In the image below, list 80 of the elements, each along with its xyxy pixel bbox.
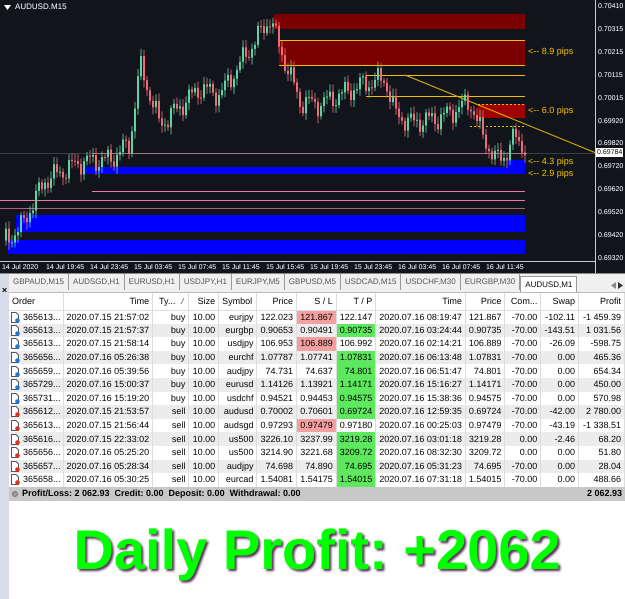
chart-tab[interactable]: USDCHF,M30 [401,274,461,290]
profit-summary: Profit/Loss: 2 062.93 Credit: 0.00 Deposit: 0.00 Withdrawal: 0.00 [22,486,301,500]
table-cell: 1.07831 [336,350,376,364]
chart-tab[interactable]: GBPUSD,M5 [284,274,341,290]
table-cell: 365658... [23,475,61,484]
column-header[interactable]: Price [256,293,296,310]
column-header[interactable]: Size [188,293,219,310]
column-header[interactable]: Profit [578,293,624,310]
document-icon [11,392,20,404]
document-icon [11,338,20,350]
trade-row[interactable]: 365729... 2020.07.16 15:00:37 buy 10.00 eurusd 1.14126 1.13921 1.14171 2020.07.16 15:16:27 1.14171 -70.00 0.00 450.00 [9,378,624,392]
pip-label: <-- 8.9 pips [528,46,574,56]
column-header[interactable]: Ty... [152,293,189,310]
document-icon [11,366,20,377]
trade-row[interactable]: 365656... 2020.07.16 05:26:38 buy 10.00 eurchf 1.07787 1.07741 1.07831 2020.07.16 06:13:48 1.07831 -70.00 0.00 465.36 [9,350,624,364]
table-cell: 106.889 [296,337,336,351]
profit-total: 2 062.93 [586,486,622,500]
trade-row[interactable]: 365657... 2020.07.16 05:28:34 sell 10.00 audjpy 74.698 74.890 74.695 2020.07.16 05:31:23 74.695 -70.00 0.00 28.04 [9,460,624,474]
column-header[interactable]: Swap [540,293,579,310]
table-cell: 0.90735 [336,324,376,338]
document-icon [11,312,20,323]
table-cell: 365657... [23,462,61,471]
table-cell: 365729... [23,380,61,390]
sort-icon [180,298,186,304]
document-icon [11,324,20,336]
table-cell: 0.69724 [336,405,376,419]
table-cell: 365731... [23,394,61,403]
chart-tab[interactable]: GBPAUD,M15 [9,274,69,290]
column-header[interactable]: T / P [336,293,376,310]
pip-label: <-- 2.9 pips [528,168,574,178]
table-cell: 3219.28 [336,432,376,446]
table-cell: 365613... [23,421,61,430]
table-cell: 74.695 [336,460,376,474]
scroll-right-icon[interactable] [618,282,623,289]
close-button[interactable]: × [2,286,8,295]
chart-tab[interactable]: AUDUSD,M1 [520,276,578,292]
table-cell: 365613... [23,339,61,348]
chart-tab[interactable]: AUDSGD,H1 [68,274,125,290]
chart-tab[interactable]: USDJPY,H1 [180,274,232,290]
column-header[interactable]: Price [465,293,505,310]
table-cell: 1.14171 [336,378,376,392]
document-icon [11,474,20,486]
pip-label: <-- 6.0 pips [528,105,574,115]
table-cell: 365659... [23,366,61,376]
table-cell: 74.801 [336,364,376,378]
table-cell: 3209.72 [336,446,376,460]
table-cell: 365656... [23,353,61,362]
table-cell: 365613... [23,312,61,322]
table-cell: 365613... [23,326,61,335]
table-cell: 365656... [23,448,61,458]
chart-tab[interactable]: EURUSD,H1 [124,274,180,290]
table-cell: 365616... [23,434,61,444]
column-header[interactable]: Com... [504,293,541,310]
trade-row[interactable]: 365616... 2020.07.15 22:33:02 sell 10.00 us500 3226.10 3237.99 3219.28 2020.07.16 03:01:18 3219.28 0.00 -2.46 68.20 [9,432,624,446]
dropdown-icon[interactable] [4,4,11,10]
table-cell: 0.97479 [296,418,336,432]
pip-label: <-- 4.3 pips [528,156,574,166]
table-cell: 365612... [23,407,61,416]
column-header[interactable]: Time [376,293,466,310]
table-cell: 1.54015 [336,473,376,487]
column-header[interactable]: Time [63,293,153,310]
column-header[interactable]: S / L [296,293,336,310]
document-icon [11,447,20,458]
document-icon [11,460,20,472]
column-header[interactable]: Symbol [218,293,257,310]
level-line [470,126,526,127]
table-cell: 0.94575 [336,392,376,406]
column-header[interactable]: Order [9,293,64,310]
document-icon [11,352,20,364]
document-icon [11,434,20,445]
chart-title: AUDUSD.M15 [15,3,67,11]
trade-row[interactable]: 365613... 2020.07.15 21:57:37 buy 10.00 eurgbp 0.90653 0.90491 0.90735 2020.07.16 03:24:44 0.90735 -70.00 -143.51 1 031.56 [9,324,624,338]
table-cell: 121.867 [296,310,336,324]
chart-tab[interactable]: USDCAD,M15 [340,274,402,290]
document-icon [11,379,20,390]
trade-row[interactable]: 365612... 2020.07.15 21:53:57 sell 10.00 audusd 0.70002 0.70601 0.69724 2020.07.16 12:59:35 0.69724 -70.00 -42.00 2 780.00 [9,405,624,419]
level-line [478,104,526,105]
document-icon [11,406,20,418]
document-icon [11,420,20,432]
chart-tab[interactable]: EURJPY,M5 [232,274,285,290]
